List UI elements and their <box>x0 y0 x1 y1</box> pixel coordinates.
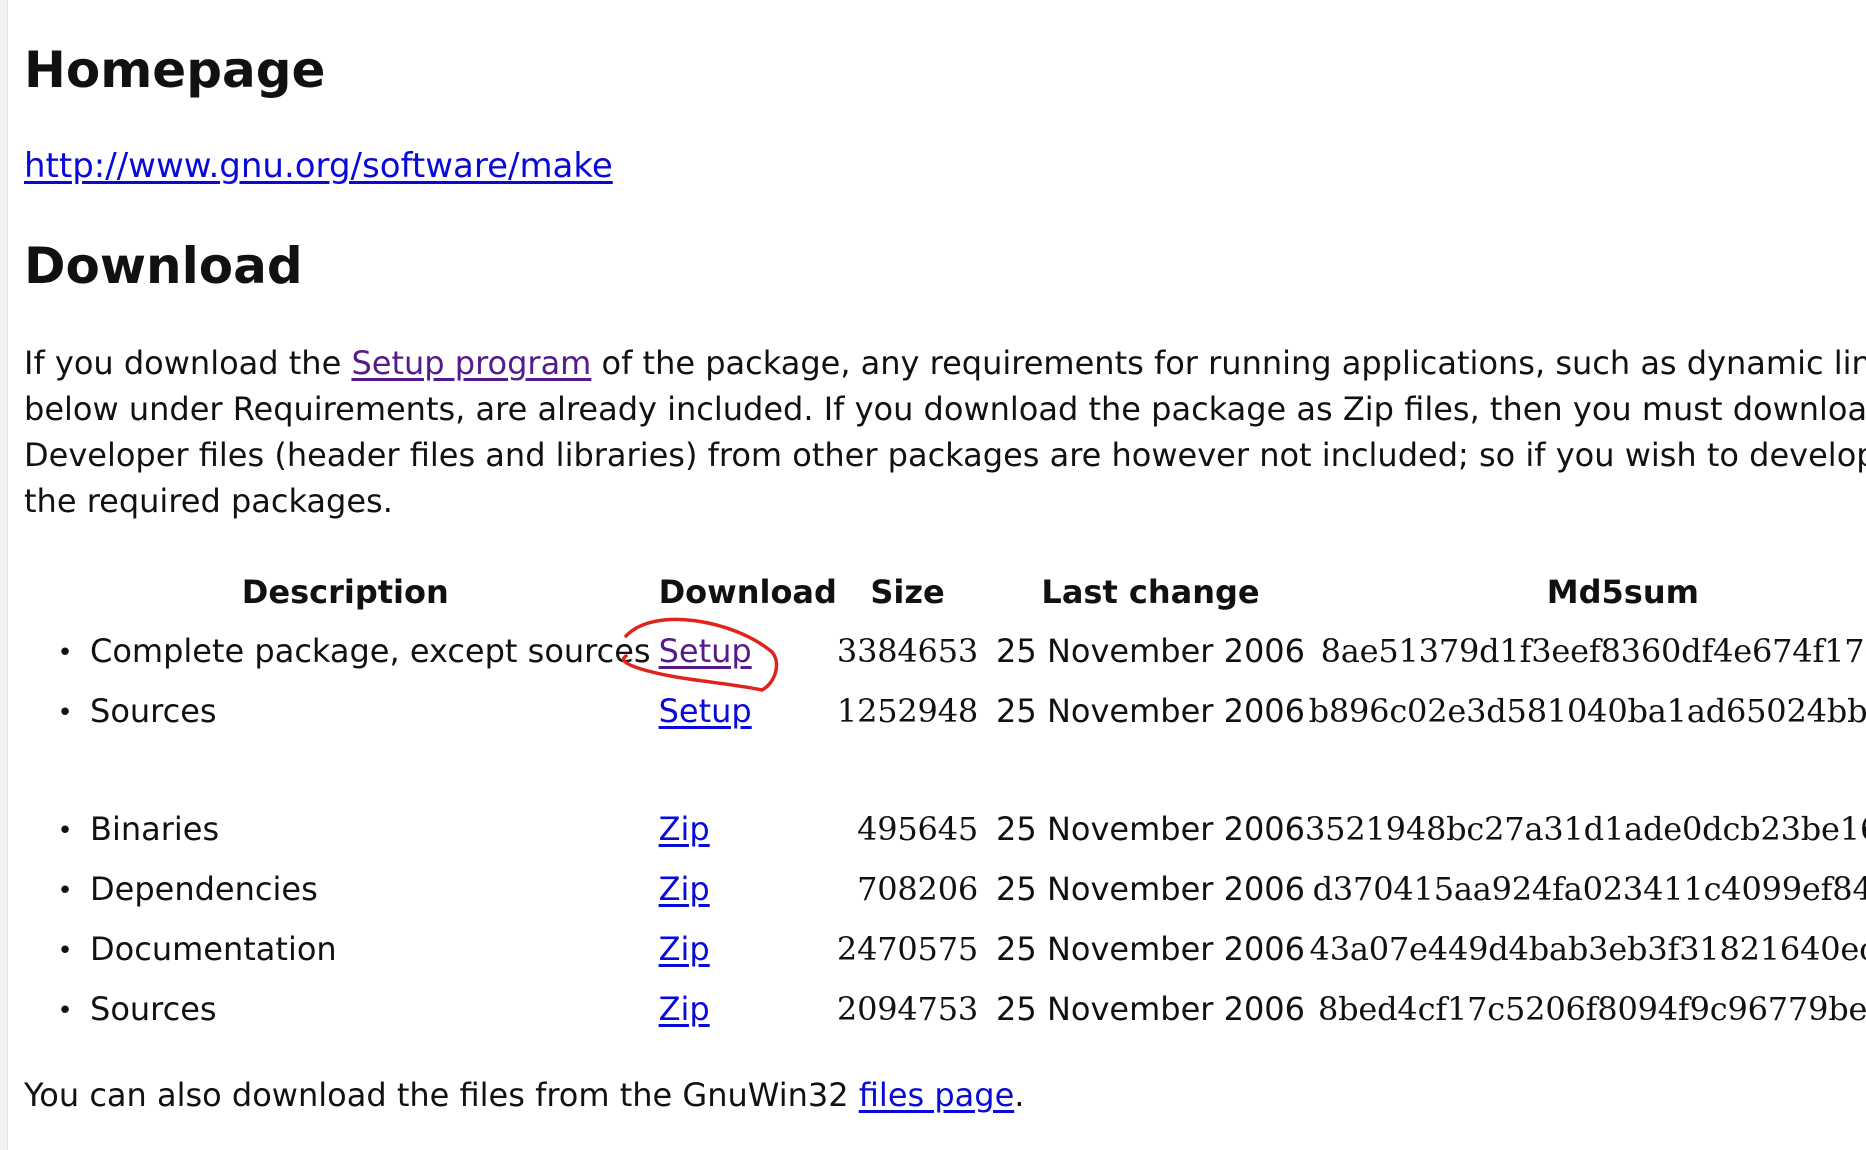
intro-text: If you download the <box>24 344 352 382</box>
intro-line-2: below under Requirements, are already in… <box>24 390 1866 428</box>
bullet: • <box>57 996 73 1026</box>
bullet: • <box>57 698 73 728</box>
zip-sources-link[interactable]: Zip <box>659 990 710 1028</box>
table-spacer-row <box>40 741 1866 799</box>
table-row: • Sources Zip 2094753 25 November 2006 8b… <box>40 979 1866 1039</box>
files-page-note: You can also download the files from the… <box>24 1075 1024 1115</box>
row-size: 495645 <box>857 810 979 848</box>
row-description: Complete package, except sources <box>90 632 651 670</box>
row-description: Dependencies <box>90 870 318 908</box>
row-size: 1252948 <box>836 692 979 730</box>
row-size: 708206 <box>857 870 979 908</box>
header-md5sum: Md5sum <box>1546 573 1699 611</box>
intro-line-1: If you download the Setup program of the… <box>24 340 1866 386</box>
setup-download-link[interactable]: Setup <box>659 632 752 670</box>
header-download: Download <box>658 573 837 611</box>
row-description: Documentation <box>90 930 337 968</box>
table-row: • Dependencies Zip 708206 25 November 200… <box>40 859 1866 919</box>
downloads-table: Description Download Size Last change Md… <box>40 563 1866 1039</box>
heading-download: Download <box>24 237 303 295</box>
table-row: • Sources Setup 1252948 25 November 2006 … <box>40 681 1866 741</box>
bullet: • <box>57 638 73 668</box>
intro-text: of the package, any requirements for run… <box>601 344 1866 382</box>
row-md5: 8bed4cf17c5206f8094f9c96779be663 <box>1317 990 1866 1028</box>
intro-line-4: the required packages. <box>24 482 393 520</box>
bullet: • <box>57 876 73 906</box>
row-description: Sources <box>90 692 217 730</box>
row-date: 25 November 2006 <box>996 692 1306 730</box>
row-size: 2094753 <box>836 990 979 1028</box>
table-header-row: Description Download Size Last change Md… <box>40 563 1866 621</box>
row-date: 25 November 2006 <box>996 632 1306 670</box>
table-row: • Documentation Zip 2470575 25 November 2… <box>40 919 1866 979</box>
header-size: Size <box>870 573 945 611</box>
row-size: 2470575 <box>836 930 979 968</box>
zip-dependencies-link[interactable]: Zip <box>659 870 710 908</box>
row-md5: 3521948bc27a31d1ade0dcb23be16d49 <box>1305 810 1866 848</box>
outro-text: You can also download the files from the… <box>24 1076 859 1114</box>
row-md5: b896c02e3d581040ba1ad65024bbf2cd <box>1308 692 1866 730</box>
intro-line-3: Developer files (header files and librar… <box>24 436 1866 474</box>
table-row: • Binaries Zip 495645 25 November 2006 35… <box>40 799 1866 859</box>
row-description: Binaries <box>90 810 220 848</box>
row-md5: 43a07e449d4bab3eb3f31821640ecab7 <box>1309 930 1866 968</box>
page-content: Homepage http://www.gnu.org/software/mak… <box>24 0 1866 1150</box>
zip-documentation-link[interactable]: Zip <box>659 930 710 968</box>
setup-program-link[interactable]: Setup program <box>351 344 591 382</box>
files-page-link[interactable]: files page <box>859 1076 1015 1114</box>
heading-homepage: Homepage <box>24 41 326 99</box>
row-md5: d370415aa924fa023411c4099ef84563 <box>1312 870 1866 908</box>
row-md5: 8ae51379d1f3eef8360df4e674f17d6d <box>1320 632 1866 670</box>
row-date: 25 November 2006 <box>996 870 1306 908</box>
row-date: 25 November 2006 <box>996 930 1306 968</box>
download-intro-paragraph: If you download the Setup program of the… <box>24 340 1866 524</box>
outro-period: . <box>1014 1076 1025 1114</box>
zip-binaries-link[interactable]: Zip <box>659 810 710 848</box>
left-page-border <box>0 0 8 1150</box>
table-row: • Complete package, except sources Setup … <box>40 621 1866 681</box>
row-description: Sources <box>90 990 217 1028</box>
row-date: 25 November 2006 <box>996 810 1306 848</box>
setup-sources-link[interactable]: Setup <box>659 692 752 730</box>
row-date: 25 November 2006 <box>996 990 1306 1028</box>
homepage-link[interactable]: http://www.gnu.org/software/make <box>24 145 613 187</box>
header-description: Description <box>241 573 449 611</box>
bullet: • <box>57 936 73 966</box>
bullet: • <box>57 816 73 846</box>
row-size: 3384653 <box>836 632 979 670</box>
header-last-change: Last change <box>1041 573 1260 611</box>
